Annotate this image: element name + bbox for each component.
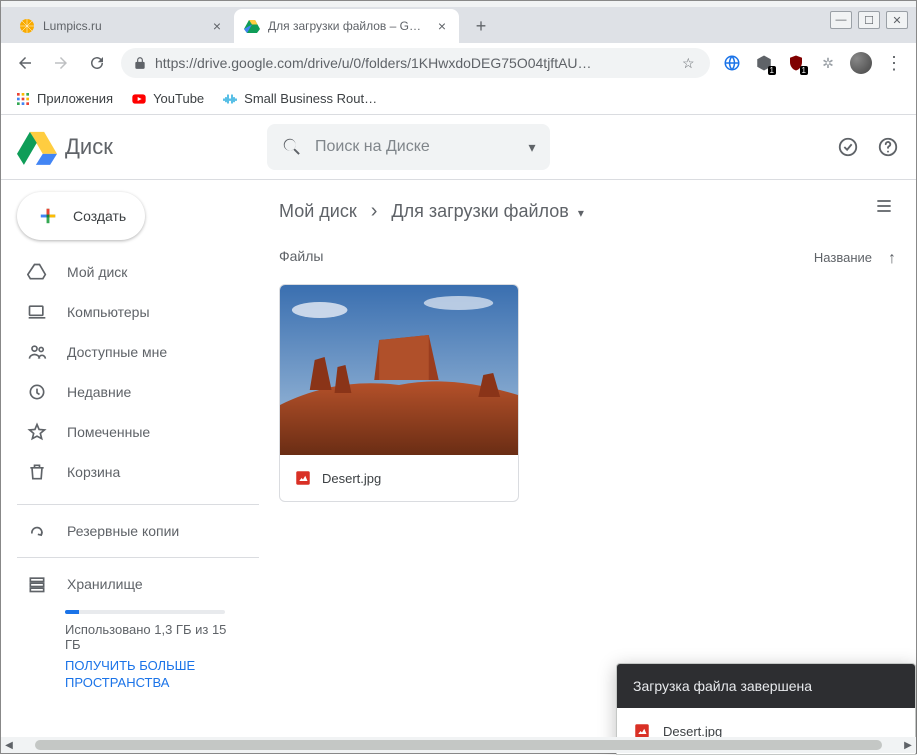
offline-ready-icon[interactable] (836, 135, 860, 159)
scroll-right-icon[interactable]: ▶ (900, 740, 916, 751)
chevron-right-icon: › (371, 200, 378, 223)
address-bar-row: https://drive.google.com/drive/u/0/folde… (1, 43, 916, 83)
drive-logo[interactable]: Диск (17, 129, 251, 165)
window-minimize-button[interactable]: — (830, 11, 852, 29)
bookmark-label: Приложения (37, 91, 113, 106)
bookmarks-bar: Приложения YouTube Small Business Rout… (1, 83, 916, 115)
favicon-drive-icon (244, 18, 260, 34)
nav-mydrive[interactable]: Мой диск (9, 252, 259, 292)
browser-tabs: Lumpics.ru × Для загрузки файлов – Googl… (1, 7, 916, 43)
search-icon (281, 136, 303, 158)
sort-ascending-icon[interactable]: ↑ (888, 250, 896, 268)
search-bar[interactable]: Поиск на Диске ▾ (267, 124, 550, 170)
drive-logo-text: Диск (65, 134, 113, 160)
clock-icon (27, 382, 47, 402)
apps-icon (15, 91, 31, 107)
help-icon[interactable] (876, 135, 900, 159)
storage-upgrade-link[interactable]: ПОЛУЧИТЬ БОЛЬШЕ ПРОСТРАНСТВА (65, 658, 241, 692)
extension-badge: 1 (800, 66, 808, 75)
section-label: Файлы (279, 248, 896, 264)
bookmark-label: Small Business Rout… (244, 91, 377, 106)
lock-icon (133, 56, 147, 70)
breadcrumb-root[interactable]: Мой диск (279, 201, 357, 222)
scroll-left-icon[interactable]: ◀ (1, 740, 17, 751)
tab-close-icon[interactable]: × (210, 19, 224, 33)
favicon-orange-icon (19, 18, 35, 34)
bookmark-cisco[interactable]: Small Business Rout… (222, 91, 377, 107)
chevron-down-icon: ▾ (578, 206, 584, 220)
file-thumbnail (280, 285, 518, 455)
bookmark-apps[interactable]: Приложения (15, 91, 113, 107)
file-name: Desert.jpg (322, 471, 381, 486)
computers-icon (27, 302, 47, 322)
nav-computers[interactable]: Компьютеры (9, 292, 259, 332)
window-maximize-button[interactable]: ☐ (858, 11, 880, 29)
horizontal-scrollbar[interactable]: ◀ ▶ (1, 737, 916, 753)
nav-label: Доступные мне (67, 344, 167, 360)
nav-label: Резервные копии (67, 523, 179, 539)
new-tab-button[interactable]: + (467, 12, 495, 40)
nav-label: Помеченные (67, 424, 150, 440)
url-text: https://drive.google.com/drive/u/0/folde… (155, 55, 674, 71)
extension-badge: 1 (768, 66, 776, 75)
sort-label[interactable]: Название (814, 250, 872, 265)
tab-close-icon[interactable]: × (435, 19, 449, 33)
nav-label: Корзина (67, 464, 120, 480)
nav-storage[interactable]: Хранилище (9, 564, 259, 604)
toast-header: Загрузка файла завершена (617, 664, 915, 708)
nav-label: Недавние (67, 384, 131, 400)
nav-forward-button[interactable] (49, 51, 73, 75)
nav-starred[interactable]: Помеченные (9, 412, 259, 452)
shared-icon (27, 342, 47, 362)
breadcrumb: Мой диск › Для загрузки файлов ▾ (279, 194, 896, 228)
storage-text: Использовано 1,3 ГБ из 15 ГБ (65, 622, 241, 652)
address-bar[interactable]: https://drive.google.com/drive/u/0/folde… (121, 48, 710, 78)
star-icon (27, 422, 47, 442)
profile-avatar[interactable] (850, 52, 872, 74)
sidebar: Создать Мой диск Компьютеры Доступные мн… (1, 180, 259, 753)
search-placeholder: Поиск на Диске (315, 138, 516, 156)
bookmark-youtube[interactable]: YouTube (131, 91, 204, 107)
youtube-icon (131, 91, 147, 107)
create-button[interactable]: Создать (17, 192, 145, 240)
cisco-icon (222, 91, 238, 107)
extension-shield-icon[interactable]: 1 (786, 53, 806, 73)
tab-drive[interactable]: Для загрузки файлов – Google Д × (234, 9, 459, 43)
create-label: Создать (73, 208, 126, 224)
breadcrumb-current[interactable]: Для загрузки файлов ▾ (391, 201, 583, 222)
search-dropdown-icon[interactable]: ▾ (528, 139, 535, 156)
bookmark-star-icon[interactable]: ☆ (682, 55, 698, 72)
browser-menu-button[interactable]: ⋮ (884, 53, 904, 74)
tab-title: Для загрузки файлов – Google Д (268, 19, 427, 33)
drive-triangle-icon (17, 129, 57, 165)
file-card[interactable]: Desert.jpg (279, 284, 519, 502)
trash-icon (27, 462, 47, 482)
nav-label: Хранилище (67, 576, 143, 592)
plus-icon (35, 203, 61, 229)
image-file-icon (294, 469, 312, 487)
content-area: Мой диск › Для загрузки файлов ▾ Файлы Н… (259, 180, 916, 753)
nav-back-button[interactable] (13, 51, 37, 75)
nav-trash[interactable]: Корзина (9, 452, 259, 492)
view-toggle-button[interactable] (872, 194, 896, 218)
storage-icon (27, 574, 47, 594)
extension-globe-icon[interactable] (722, 53, 742, 73)
tab-lumpics[interactable]: Lumpics.ru × (9, 9, 234, 43)
drive-header: Диск Поиск на Диске ▾ (1, 115, 916, 179)
nav-recent[interactable]: Недавние (9, 372, 259, 412)
nav-backup[interactable]: Резервные копии (9, 511, 259, 551)
nav-label: Компьютеры (67, 304, 150, 320)
window-close-button[interactable]: ✕ (886, 11, 908, 29)
bookmark-label: YouTube (153, 91, 204, 106)
mydrive-icon (27, 262, 47, 282)
nav-label: Мой диск (67, 264, 127, 280)
tab-title: Lumpics.ru (43, 19, 202, 33)
extension-cube-icon[interactable]: 1 (754, 53, 774, 73)
extension-gear-icon[interactable]: ✲ (818, 53, 838, 73)
backup-icon (27, 521, 47, 541)
nav-shared[interactable]: Доступные мне (9, 332, 259, 372)
nav-reload-button[interactable] (85, 51, 109, 75)
storage-meter: Использовано 1,3 ГБ из 15 ГБ ПОЛУЧИТЬ БО… (65, 610, 241, 692)
